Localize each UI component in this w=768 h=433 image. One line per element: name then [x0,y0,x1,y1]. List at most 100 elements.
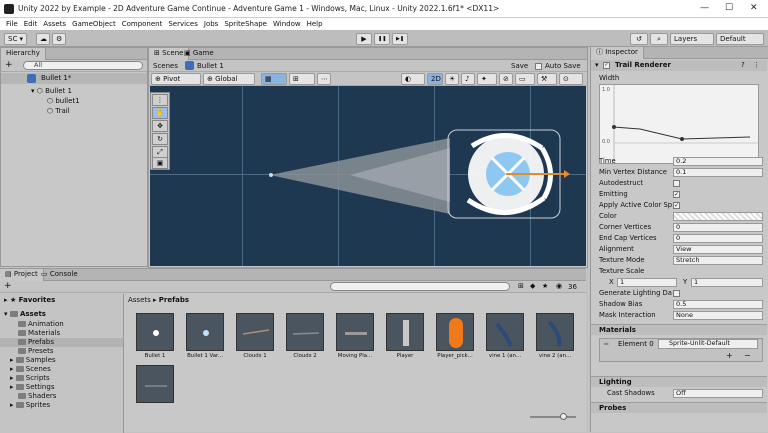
play-button[interactable]: ▶ [356,33,372,45]
account-dropdown[interactable]: SC ▾ [4,33,28,45]
menu-gameobject[interactable]: GameObject [72,20,116,28]
move-tool-icon[interactable]: ✥ [152,120,168,132]
light-toggle-icon[interactable]: ☀ [445,73,459,85]
end-cap-field[interactable]: 0 [673,234,763,243]
search-icon[interactable]: ⌕ [650,33,668,45]
texture-scale-y-field[interactable]: 1 [691,278,763,287]
tree-presets[interactable]: Presets [18,347,53,356]
remove-element-button[interactable]: − [744,351,751,360]
tree-animation[interactable]: Animation [18,320,64,329]
asset-vine-2[interactable]: vine 2 (an... [534,313,576,365]
pivot-dropdown[interactable]: ⊕ Pivot [151,73,201,85]
mask-interaction-dropdown[interactable]: None [673,311,763,320]
menu-kebab-icon[interactable]: ⋮ [753,61,760,69]
menu-jobs[interactable]: Jobs [204,20,218,28]
asset-moving-platform[interactable]: Moving Pla... [334,313,376,365]
min-vertex-field[interactable]: 0.1 [673,168,763,177]
layers-dropdown[interactable]: Layers [670,33,714,45]
asset-unnamed[interactable] [134,365,176,417]
cast-shadows-dropdown[interactable]: Off [673,389,763,398]
history-icon[interactable]: ↺ [630,33,648,45]
effects-dropdown[interactable]: ✦ [477,73,497,85]
help-icon[interactable]: ? [741,61,745,69]
step-button[interactable]: ▶❚ [392,33,408,45]
width-curve-editor[interactable]: 1.0 0.0 [599,84,759,164]
add-button[interactable]: + [5,60,13,70]
breadcrumb-assets[interactable]: Assets [128,296,151,304]
asset-bullet-1-variant[interactable]: Bullet 1 Var... [184,313,226,365]
menu-services[interactable]: Services [168,20,198,28]
asset-clouds-1[interactable]: Clouds 1 [234,313,276,365]
hierarchy-item-trail[interactable]: ⬡ Trail [47,107,70,116]
maximize-button[interactable]: ☐ [725,3,733,13]
texture-mode-dropdown[interactable]: Stretch [673,256,763,265]
tree-materials[interactable]: Materials [18,329,60,338]
filter-type-icon[interactable]: ⊞ [518,282,524,290]
hierarchy-item-root[interactable]: ▾ ⬡ Bullet 1 [31,87,72,96]
corner-vertices-field[interactable]: 0 [673,223,763,232]
component-enabled-checkbox[interactable]: ✓ [603,62,610,69]
menu-help[interactable]: Help [307,20,323,28]
add-asset-button[interactable]: + [4,281,12,291]
grid-snap-button[interactable]: ▦ [261,73,287,85]
rect-tool-icon[interactable]: ▣ [152,157,168,169]
apply-color-checkbox[interactable]: ✓ [673,202,680,209]
visibility-icon[interactable]: ◉ [556,282,562,290]
rotate-tool-icon[interactable]: ↻ [152,133,168,145]
materials-section[interactable]: Materials [591,324,767,335]
tree-assets[interactable]: ▾ Assets [4,310,46,319]
menu-edit[interactable]: Edit [24,20,38,28]
hand-tool-icon[interactable]: ✋ [152,107,168,119]
snap-increment-button[interactable]: ⋯ [317,73,331,85]
breadcrumb-prefabs[interactable]: Prefabs [159,296,189,304]
filter-label-icon[interactable]: ◆ [530,282,535,290]
tab-game[interactable]: ▣ Game [179,48,219,60]
menu-window[interactable]: Window [273,20,301,28]
project-search-input[interactable] [330,282,510,291]
menu-file[interactable]: File [6,20,18,28]
2d-toggle-button[interactable]: 2D [427,73,443,85]
shadow-bias-field[interactable]: 0.5 [673,300,763,309]
component-header[interactable]: ▾ ✓ Trail Renderer ? ⋮ [591,60,767,71]
tree-scripts[interactable]: ▸ Scripts [10,374,50,383]
breadcrumb-item[interactable]: Bullet 1 [197,62,224,70]
prefab-name[interactable]: Bullet 1* [41,74,71,82]
draw-mode-dropdown[interactable]: ◐ [401,73,425,85]
probes-section[interactable]: Probes [591,402,767,413]
slider-handle[interactable] [560,413,567,420]
pause-button[interactable]: ❚❚ [374,33,390,45]
cloud-icon[interactable]: ☁ [36,33,50,45]
save-button[interactable]: Save [511,62,528,70]
layout-dropdown[interactable]: Default [716,33,764,45]
audio-toggle-icon[interactable]: ♪ [461,73,475,85]
autodestruct-checkbox[interactable] [673,180,680,187]
asset-player[interactable]: Player [384,313,426,365]
menu-assets[interactable]: Assets [43,20,66,28]
camera-dropdown[interactable]: ▭ [515,73,535,85]
color-gradient-field[interactable] [673,212,763,221]
generate-lighting-checkbox[interactable] [673,290,680,297]
asset-bullet-1[interactable]: Bullet 1 [134,313,176,365]
scenes-breadcrumb[interactable]: Scenes [153,62,178,70]
tab-hierarchy[interactable]: Hierarchy [1,48,46,60]
time-field[interactable]: 0.2 [673,157,763,166]
close-button[interactable]: ✕ [750,3,758,13]
alignment-dropdown[interactable]: View [673,245,763,254]
thumbnail-size-slider[interactable] [530,416,576,418]
collab-icon[interactable]: ⚙ [52,33,66,45]
drag-handle-icon[interactable]: ═ [604,340,608,348]
asset-vine-1[interactable]: vine 1 (an... [484,313,526,365]
favorites-folder[interactable]: ▸ ★ Favorites [4,296,55,305]
tools-dropdown[interactable]: ⚒ [537,73,557,85]
hierarchy-search-input[interactable]: All [23,61,143,70]
asset-clouds-2[interactable]: Clouds 2 [284,313,326,365]
hidden-objects-icon[interactable]: ⊘ [499,73,513,85]
menu-spriteshape[interactable]: SpriteShape [224,20,267,28]
tree-samples[interactable]: ▸ Samples [10,356,56,365]
auto-save-checkbox[interactable] [535,63,542,70]
grid-toggle-button[interactable]: ⊞ [289,73,315,85]
lighting-section[interactable]: Lighting [591,376,767,387]
hierarchy-item-bullet1[interactable]: ⬡ bullet1 [47,97,80,106]
drag-handle-icon[interactable]: ⋮ [152,94,168,106]
material-object-field[interactable]: Sprite-Unlit-Default [658,339,758,349]
